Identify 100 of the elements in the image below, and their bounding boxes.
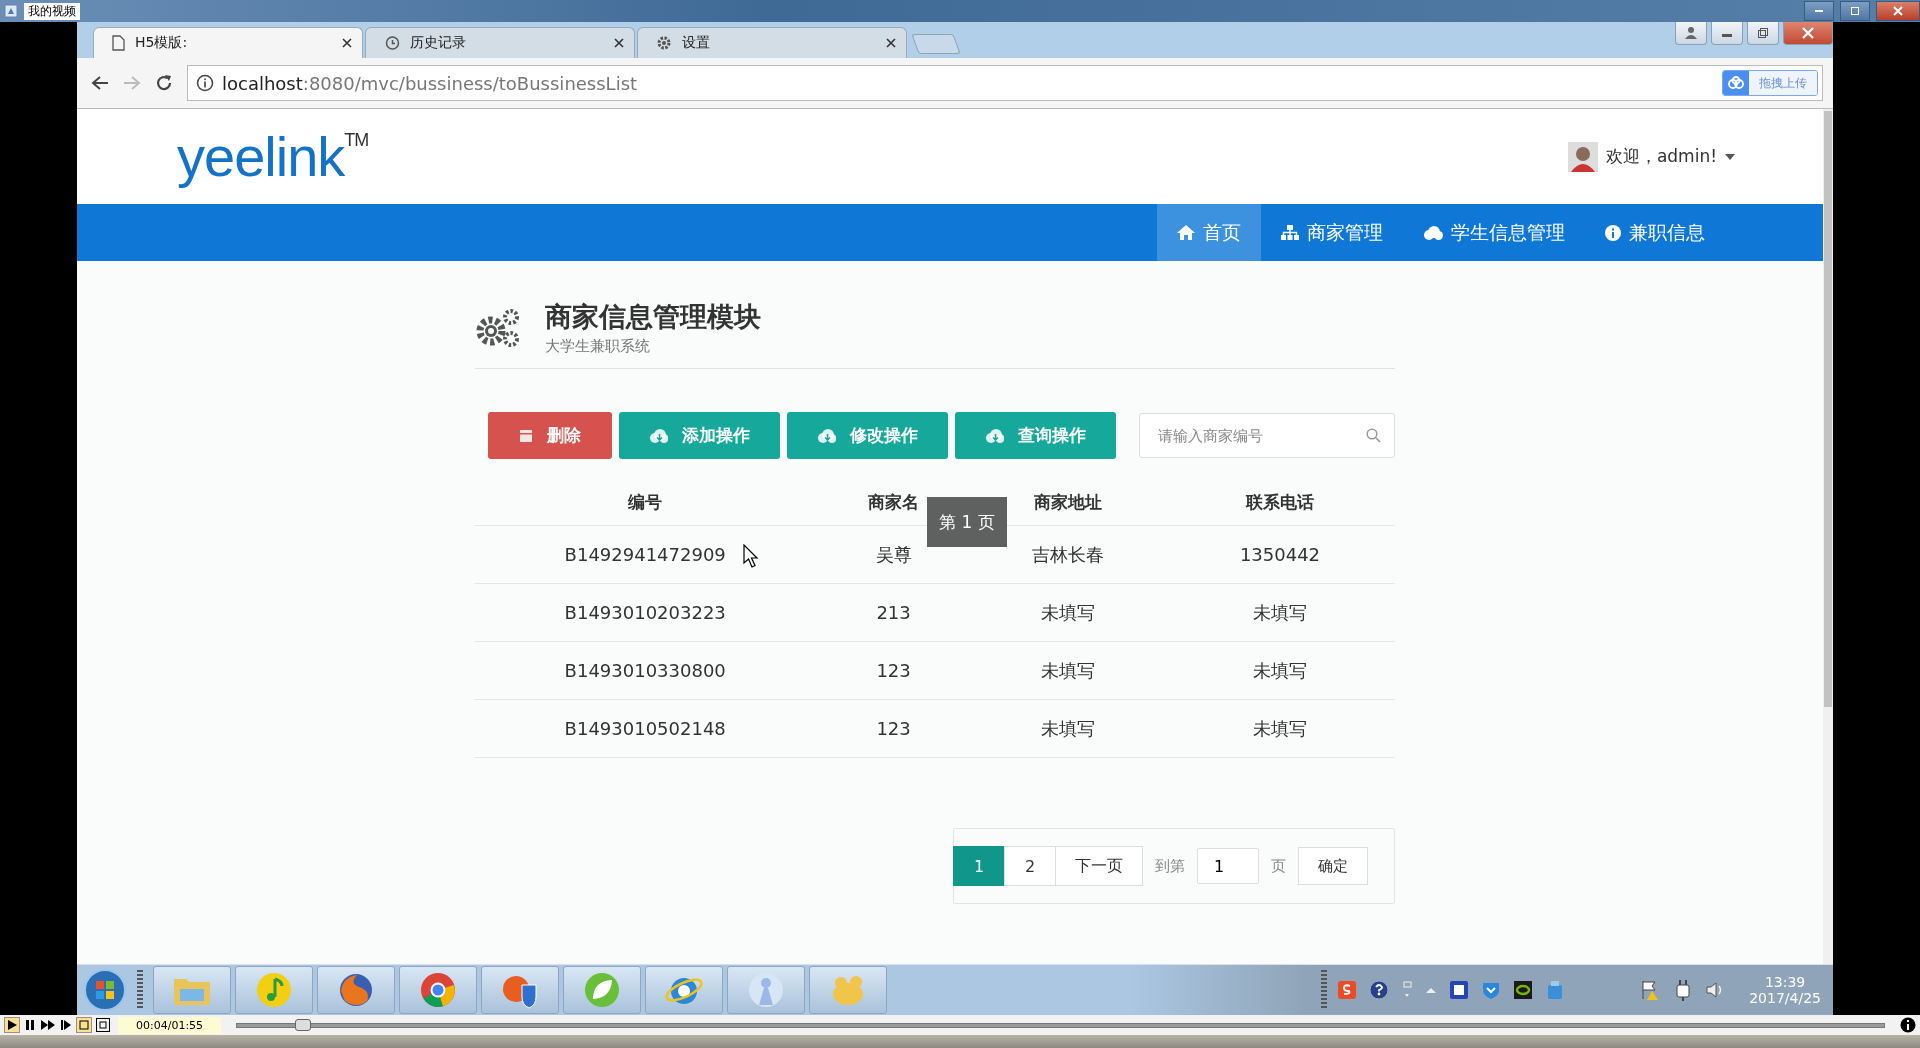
- play-icon[interactable]: [4, 1017, 20, 1033]
- playback-time: 00:04/01:55: [118, 1016, 222, 1034]
- minimize-button[interactable]: [1804, 1, 1834, 21]
- clock-date: 2017/4/25: [1749, 990, 1821, 1006]
- settings-icon: [656, 35, 672, 51]
- address-bar[interactable]: localhost:8080/mvc/bussiness/toBussinessList 拖拽上传: [187, 65, 1823, 101]
- caret-icon: [1725, 153, 1735, 160]
- table-cell: 未填写: [1253, 659, 1307, 681]
- pause-icon[interactable]: [23, 1017, 37, 1033]
- maximize-button[interactable]: [1840, 1, 1870, 21]
- action-button[interactable]: 修改操作: [787, 412, 948, 459]
- cloud-download-icon: [985, 428, 1004, 443]
- taskbar-button[interactable]: [481, 966, 559, 1014]
- logo[interactable]: yeelink$^{TM}$: [177, 124, 369, 189]
- music-note-icon: [255, 971, 293, 1009]
- video-icon: [4, 4, 18, 18]
- page-tooltip: 第 1 页: [927, 497, 1007, 547]
- actual-size-icon[interactable]: [95, 1017, 111, 1033]
- upload-extension-button[interactable]: 拖拽上传: [1722, 70, 1818, 96]
- minimize-icon: [1815, 10, 1823, 12]
- close-button[interactable]: [1783, 22, 1833, 45]
- fast-forward-icon[interactable]: [40, 1017, 56, 1033]
- info-icon: [196, 74, 214, 92]
- start-button[interactable]: [83, 968, 127, 1012]
- close-icon: [1802, 27, 1814, 39]
- table-cell: 213: [876, 602, 911, 623]
- url-text: localhost:8080/mvc/bussiness/toBussinessList: [222, 72, 638, 94]
- page-number-field[interactable]: 1: [1197, 848, 1259, 884]
- close-icon[interactable]: [886, 38, 896, 48]
- column-header: 商家名: [868, 491, 920, 512]
- table-cell: B1493010330800: [564, 660, 726, 681]
- next-page-button[interactable]: 下一页: [1055, 846, 1143, 886]
- close-icon[interactable]: [614, 38, 624, 48]
- shield-icon[interactable]: [1481, 980, 1502, 1000]
- taskbar-button[interactable]: [317, 966, 395, 1014]
- column-header: 联系电话: [1246, 491, 1314, 512]
- cloud-icon: [1423, 225, 1443, 240]
- cloud-icon: [1727, 76, 1745, 90]
- chrome-icon: [419, 971, 457, 1009]
- column-header: 商家地址: [1034, 491, 1103, 512]
- step-icon[interactable]: [59, 1017, 73, 1033]
- page-heading: 商家信息管理模块: [545, 300, 761, 334]
- page-icon: [112, 35, 125, 51]
- close-icon: [1893, 6, 1903, 16]
- help-icon[interactable]: [1369, 980, 1390, 1000]
- search-field[interactable]: 请输入商家编号: [1139, 413, 1395, 458]
- page-subheading: 大学生兼职系统: [545, 337, 651, 356]
- cloud-download-icon: [649, 428, 668, 443]
- browser-tab[interactable]: H5模版:: [93, 27, 363, 58]
- column-header: 编号: [628, 491, 663, 512]
- person-icon: [1684, 26, 1698, 40]
- table-cell: B1492941472909: [564, 544, 726, 565]
- app-tray-icon[interactable]: [1449, 980, 1470, 1000]
- input-method-icon[interactable]: [1337, 980, 1358, 1000]
- minimize-button[interactable]: [1711, 22, 1743, 45]
- restore-icon: [1757, 27, 1769, 39]
- page-button[interactable]: 2: [1004, 846, 1056, 886]
- player-title: 我的视频: [24, 2, 80, 20]
- nav-item[interactable]: 首页: [1157, 204, 1261, 261]
- reload-icon[interactable]: [155, 74, 173, 92]
- table-cell: 123: [876, 660, 911, 681]
- table-cell: B1493010502148: [564, 718, 726, 739]
- table-cell: 未填写: [1041, 659, 1096, 681]
- browser-tab[interactable]: 设置: [637, 27, 907, 58]
- table-cell: 未填写: [1253, 717, 1307, 739]
- info-icon[interactable]: [1900, 1017, 1916, 1033]
- nav-item[interactable]: 学生信息管理: [1403, 204, 1585, 261]
- restore-button[interactable]: [1747, 22, 1779, 45]
- clock-time: 13:39: [1764, 974, 1806, 990]
- graphics-icon[interactable]: [1513, 980, 1534, 1000]
- scrollbar[interactable]: [1823, 109, 1833, 964]
- seek-slider[interactable]: [236, 1022, 1885, 1028]
- profile-button[interactable]: [1675, 22, 1707, 45]
- fit-screen-icon[interactable]: [76, 1017, 92, 1033]
- table-cell: 未填写: [1041, 717, 1096, 739]
- back-icon[interactable]: [91, 75, 109, 91]
- browser-tab[interactable]: 历史记录: [365, 27, 635, 58]
- leaf-icon: [583, 971, 621, 1009]
- confirm-button[interactable]: 确定: [1298, 847, 1368, 885]
- taskbar-button[interactable]: [645, 966, 723, 1014]
- nav-item[interactable]: 兼职信息: [1585, 204, 1725, 261]
- taskbar-button[interactable]: [235, 966, 313, 1014]
- taskbar-button[interactable]: [399, 966, 477, 1014]
- user-menu[interactable]: 欢迎，admin!: [1567, 141, 1735, 172]
- page-button[interactable]: 1: [953, 846, 1005, 886]
- close-icon[interactable]: [342, 38, 352, 48]
- close-button[interactable]: [1876, 1, 1920, 21]
- seek-thumb[interactable]: [294, 1018, 311, 1031]
- action-button[interactable]: 添加操作: [619, 412, 780, 459]
- delete-button[interactable]: 删除: [488, 412, 612, 459]
- action-button[interactable]: 查询操作: [955, 412, 1116, 459]
- avatar-icon: [1567, 141, 1598, 172]
- table-cell: 吉林长春: [1032, 543, 1105, 565]
- page-unit-label: 页: [1271, 856, 1286, 876]
- taskbar-button[interactable]: [563, 966, 641, 1014]
- clock[interactable]: 13:39 2017/4/25: [1749, 974, 1821, 1006]
- gears-icon: [475, 306, 521, 349]
- nav-item[interactable]: 商家管理: [1261, 204, 1403, 261]
- table-cell: B1493010203223: [564, 602, 726, 623]
- table-cell: 未填写: [1253, 601, 1307, 623]
